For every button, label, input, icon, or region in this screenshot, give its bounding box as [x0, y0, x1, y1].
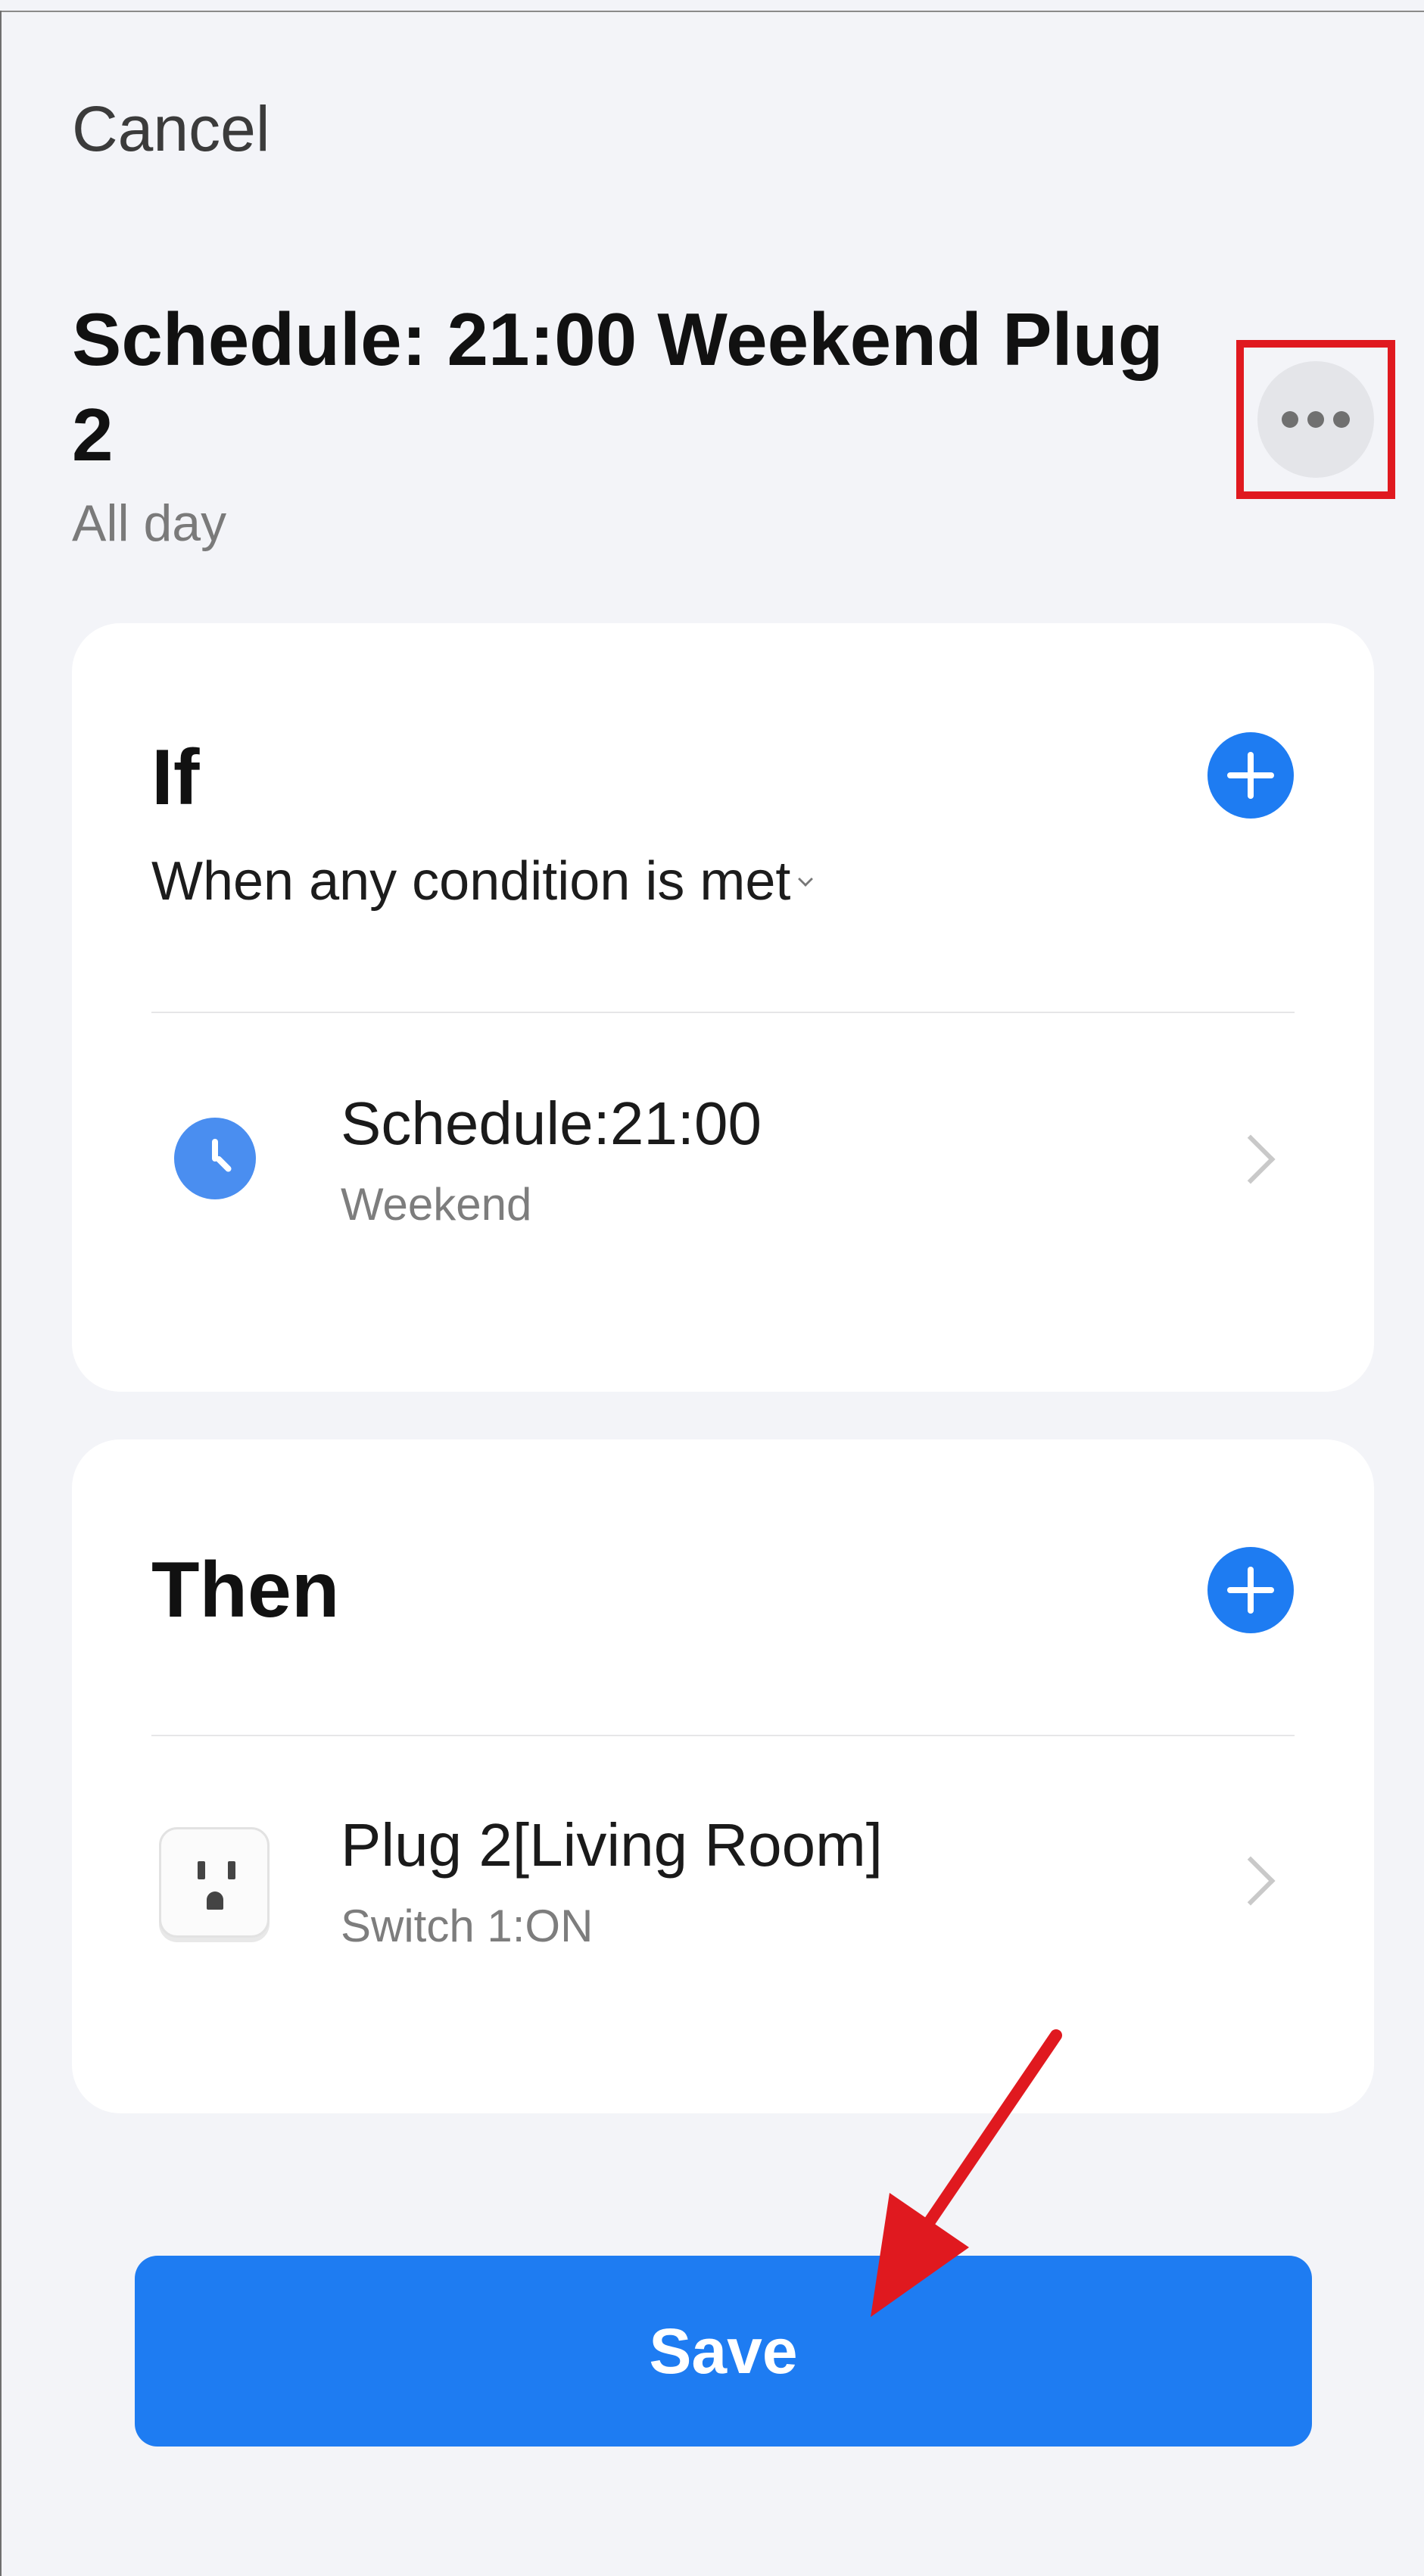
arrow-shaft	[902, 2029, 1062, 2259]
arrow-head	[871, 2193, 969, 2317]
annotation-arrow	[871, 2029, 1062, 2317]
